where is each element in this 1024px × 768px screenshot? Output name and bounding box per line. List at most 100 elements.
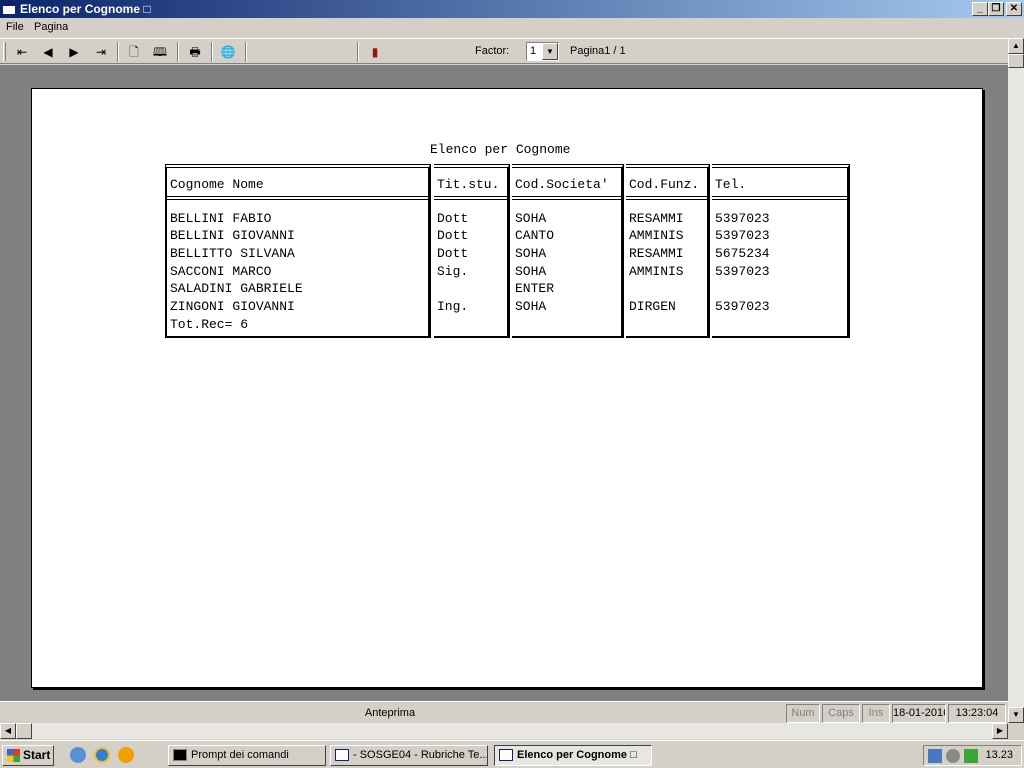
single-page-icon[interactable]: 🗋 <box>123 42 145 62</box>
table-cell: Dott <box>437 228 469 243</box>
insert-indicator: Ins <box>862 704 890 723</box>
first-page-icon[interactable]: ⇤ <box>11 42 33 62</box>
table-cell: Dott <box>437 211 469 226</box>
table-cell: BELLITTO SILVANA <box>170 246 295 261</box>
table-cell: 5397023 <box>715 228 770 243</box>
scroll-up-icon[interactable]: ▲ <box>1008 38 1024 54</box>
table-cell: SALADINI GABRIELE <box>170 281 303 296</box>
security-icon[interactable] <box>946 749 960 763</box>
toolbar-separator <box>357 42 359 62</box>
minimize-button[interactable]: _ <box>972 2 988 16</box>
two-pages-icon[interactable]: 🕮 <box>149 42 171 62</box>
update-icon[interactable] <box>964 749 978 763</box>
window-icon <box>335 749 349 761</box>
factor-select[interactable]: 1 ▼ <box>526 42 559 61</box>
exit-door-icon[interactable]: ▮ <box>364 42 386 62</box>
table-cell: 5397023 <box>715 299 770 314</box>
column-header: Tel. <box>715 177 747 192</box>
previous-page-icon[interactable]: ◀ <box>37 42 59 62</box>
windows-logo-icon <box>7 749 20 762</box>
scroll-left-icon[interactable]: ◀ <box>0 723 16 739</box>
chevron-down-icon[interactable]: ▼ <box>542 43 558 60</box>
table-cell: ZINGONI GIOVANNI <box>170 299 295 314</box>
header-divider <box>434 196 507 201</box>
table-cell: BELLINI FABIO <box>170 211 272 226</box>
report-page: Elenco per Cognome Cognome Nome BELLINI … <box>31 88 983 688</box>
task-prompt[interactable]: Prompt dei comandi <box>168 745 326 766</box>
table-cell: AMMINIS <box>629 228 684 243</box>
column-tit-stu: Tit.stu. Dott Dott Dott Sig. Ing. <box>434 164 510 338</box>
vertical-scrollbar[interactable]: ▲ ▼ <box>1008 38 1024 723</box>
window-title: Elenco per Cognome □ <box>20 2 151 16</box>
table-cell: CANTO <box>515 228 555 243</box>
toolbar-grip[interactable] <box>3 42 6 61</box>
table-cell: SOHA <box>515 264 547 279</box>
scroll-down-icon[interactable]: ▼ <box>1008 707 1024 723</box>
num-lock-indicator: Num <box>786 704 820 723</box>
status-bar: Anteprima Num Caps Ins 18-01-2016 13:23:… <box>0 701 1008 723</box>
table-cell: Dott <box>437 246 469 261</box>
page-indicator: Pagina1 / 1 <box>570 45 626 57</box>
vertical-scroll-thumb[interactable] <box>1008 54 1024 68</box>
show-desktop-icon[interactable] <box>70 747 86 763</box>
media-player-icon[interactable] <box>118 747 134 763</box>
system-tray: 13.23 <box>923 745 1022 766</box>
toolbar-separator <box>177 42 179 62</box>
window-icon[interactable] <box>2 2 16 15</box>
network-icon[interactable] <box>928 749 942 763</box>
task-label: Prompt dei comandi <box>191 749 289 761</box>
column-cognome-nome: Cognome Nome BELLINI FABIO BELLINI GIOVA… <box>165 164 431 338</box>
table-cell: 5397023 <box>715 264 770 279</box>
table-cell: SACCONI MARCO <box>170 264 272 279</box>
column-cod-societa: Cod.Societa' SOHA CANTO SOHA SOHA ENTER … <box>512 164 624 338</box>
report-table: Cognome Nome BELLINI FABIO BELLINI GIOVA… <box>165 164 850 338</box>
taskbar: Start Prompt dei comandi - SOSGE04 - Rub… <box>0 740 1024 768</box>
task-elenco[interactable]: Elenco per Cognome □ <box>494 745 652 766</box>
header-divider <box>712 196 847 201</box>
column-header: Cod.Societa' <box>515 177 609 192</box>
status-time: 13:23:04 <box>948 704 1006 723</box>
table-cell: AMMINIS <box>629 264 684 279</box>
print-icon[interactable]: 🖶 <box>184 42 206 62</box>
menu-bar: File Pagina <box>0 18 1024 38</box>
toolbar: ⇤ ◀ ▶ ⇥ 🗋 🕮 🖶 🌐 ▮ Factor: 1 ▼ Pagina1 / … <box>0 38 1008 64</box>
horizontal-scroll-thumb[interactable] <box>16 723 32 739</box>
table-cell: SOHA <box>515 211 547 226</box>
table-cell: 5397023 <box>715 211 770 226</box>
caps-lock-indicator: Caps <box>822 704 860 723</box>
factor-label: Factor: <box>475 45 510 57</box>
table-cell: Sig. <box>437 264 469 279</box>
task-label: Elenco per Cognome □ <box>517 749 637 761</box>
title-bar: Elenco per Cognome □ _ ❐ ✕ <box>0 0 1024 18</box>
internet-explorer-icon[interactable] <box>94 747 110 763</box>
status-text: Anteprima <box>364 707 416 719</box>
horizontal-scrollbar[interactable]: ◀ ▶ <box>0 723 1008 739</box>
table-cell: SOHA <box>515 246 547 261</box>
start-button[interactable]: Start <box>2 745 54 766</box>
table-cell: ENTER <box>515 281 555 296</box>
task-sosge04[interactable]: - SOSGE04 - Rubriche Te... <box>330 745 488 766</box>
next-page-icon[interactable]: ▶ <box>63 42 85 62</box>
last-page-icon[interactable]: ⇥ <box>90 42 112 62</box>
export-icon[interactable]: 🌐 <box>217 42 239 62</box>
header-divider <box>167 196 428 201</box>
status-date: 18-01-2016 <box>892 704 946 723</box>
menu-pagina[interactable]: Pagina <box>34 21 68 33</box>
table-cell: RESAMMI <box>629 211 684 226</box>
task-label: - SOSGE04 - Rubriche Te... <box>353 749 488 761</box>
taskbar-clock[interactable]: 13.23 <box>985 749 1013 761</box>
table-cell: Ing. <box>437 299 469 314</box>
table-cell: SOHA <box>515 299 547 314</box>
table-cell: 5675234 <box>715 246 770 261</box>
total-records: Tot.Rec= 6 <box>170 317 249 332</box>
menu-file[interactable]: File <box>6 21 24 33</box>
column-cod-funz: Cod.Funz. RESAMMI AMMINIS RESAMMI AMMINI… <box>626 164 710 338</box>
restore-button[interactable]: ❐ <box>988 2 1004 16</box>
header-divider <box>512 196 621 201</box>
close-button[interactable]: ✕ <box>1006 2 1022 16</box>
scroll-right-icon[interactable]: ▶ <box>992 723 1008 739</box>
header-divider <box>626 196 707 201</box>
factor-value: 1 <box>530 45 537 57</box>
report-title: Elenco per Cognome <box>430 142 571 157</box>
column-header: Tit.stu. <box>437 177 500 192</box>
